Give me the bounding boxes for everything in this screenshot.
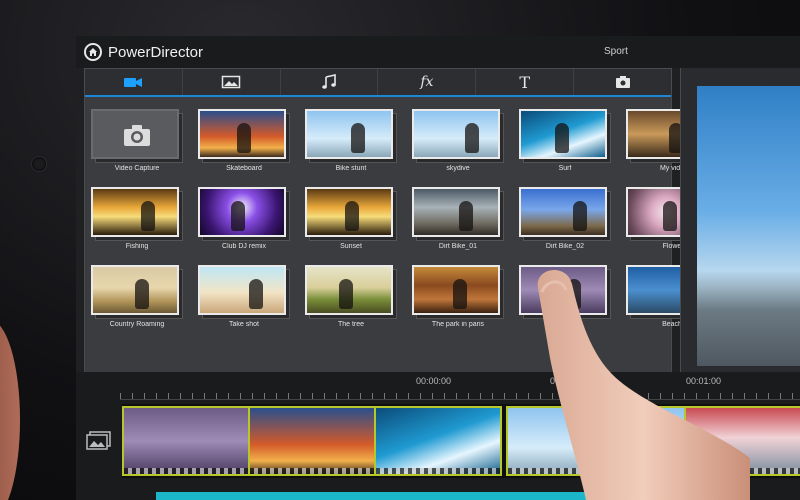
timeline-clip[interactable] — [374, 406, 502, 476]
timeline-clip[interactable] — [248, 406, 376, 476]
ruler-ticks — [120, 393, 800, 399]
thumbnail-subject — [237, 123, 251, 153]
timeline-clip[interactable] — [684, 406, 800, 476]
media-thumbnail — [519, 265, 607, 315]
title-bar: PowerDirector Sport — [76, 36, 800, 68]
timeline-ruler[interactable]: 00:00:00 00:00: 00:01:00 — [120, 372, 800, 400]
media-tile-label: Skateboard — [226, 165, 262, 172]
thumbnail-subject — [141, 201, 155, 231]
timeline-clip[interactable] — [122, 406, 250, 476]
media-tile[interactable]: Take shot — [198, 265, 290, 333]
media-tile-label: Fishing — [125, 243, 149, 250]
home-icon[interactable] — [84, 43, 102, 61]
tab-capture[interactable] — [574, 69, 671, 95]
tick-label: 00:00: — [550, 376, 576, 386]
timeline: 00:00:00 00:00: 00:01:00 — [76, 372, 800, 500]
media-tile[interactable]: Fishing — [91, 187, 183, 255]
media-tile-label: Club DJ remix — [222, 243, 266, 250]
thumbnail-subject — [339, 279, 353, 309]
tick-label: 00:01:00 — [686, 376, 722, 386]
media-thumbnail — [198, 187, 286, 237]
fx-icon: fx — [420, 74, 434, 90]
media-tile[interactable]: Dirt Bike_01 — [412, 187, 504, 255]
thumbnail-subject — [459, 201, 473, 231]
media-tile-label: The tree — [337, 321, 365, 328]
video-camera-icon — [124, 78, 143, 87]
library-tabs: fx T — [85, 69, 671, 97]
music-note-icon — [322, 74, 336, 89]
tick-label: 00:00:00 — [416, 376, 452, 386]
thumbnail-subject — [135, 279, 149, 309]
preview-panel — [680, 68, 800, 404]
video-track-icon — [86, 431, 111, 450]
media-tile-label: Bike stunt — [335, 165, 367, 172]
thumbnail-subject — [567, 279, 581, 309]
tab-titles[interactable]: T — [476, 69, 575, 95]
video-track — [122, 404, 800, 478]
media-tile[interactable]: Surf — [519, 109, 611, 177]
media-tile[interactable]: Bike stunt — [305, 109, 397, 177]
media-tile-label: The park in paris — [431, 321, 485, 328]
media-tile[interactable]: The park in paris — [412, 265, 504, 333]
media-thumbnail — [198, 109, 286, 159]
thumbnail-subject — [465, 123, 479, 153]
media-tile[interactable]: Club DJ remix — [198, 187, 290, 255]
audio-track[interactable] — [156, 492, 632, 500]
media-thumbnail — [305, 265, 393, 315]
media-thumbnail — [412, 265, 500, 315]
media-thumbnail — [91, 109, 179, 159]
media-tile-label: Dirt Bike_02 — [545, 243, 585, 250]
media-thumbnail — [305, 187, 393, 237]
project-name: Sport — [604, 46, 628, 57]
media-tile-label: skydive — [446, 165, 470, 172]
tab-photo[interactable] — [183, 69, 281, 95]
thumbnail-subject — [249, 279, 263, 309]
preview-image — [697, 86, 800, 366]
timeline-clip[interactable] — [506, 406, 686, 476]
media-thumbnail — [519, 109, 607, 159]
media-tile[interactable]: The tree — [305, 265, 397, 333]
media-grid: Video Capture Skateboard Bike stunt skydive… — [91, 109, 718, 399]
thumbnail-subject — [231, 201, 245, 231]
thumbnail-subject — [453, 279, 467, 309]
app-title: PowerDirector — [108, 43, 204, 61]
app-screen: PowerDirector Sport fx T Video Capture S… — [76, 36, 800, 500]
thumbnail-subject — [345, 201, 359, 231]
tab-video[interactable] — [85, 69, 183, 95]
media-thumbnail — [412, 109, 500, 159]
media-thumbnail — [519, 187, 607, 237]
device-sensor — [32, 157, 46, 171]
media-tile[interactable]: Dirt Bike_02 — [519, 187, 611, 255]
camera-bag-icon — [615, 76, 630, 88]
camera-icon — [124, 125, 150, 146]
media-tile-label: Country Roaming — [109, 321, 165, 328]
media-thumbnail — [412, 187, 500, 237]
media-tile[interactable]: skydive — [412, 109, 504, 177]
media-tile-label: Dirt Bike_01 — [438, 243, 478, 250]
media-thumbnail — [305, 109, 393, 159]
title-text-icon: T — [519, 72, 531, 92]
media-library: fx T Video Capture Skateboard Bike stunt sk… — [84, 68, 718, 404]
media-tile-label: Take shot — [229, 321, 259, 328]
media-thumbnail — [198, 265, 286, 315]
thumbnail-subject — [351, 123, 365, 153]
media-tile-label: Surf — [558, 165, 572, 172]
tab-music[interactable] — [281, 69, 379, 95]
photo-icon — [221, 75, 241, 89]
media-tile[interactable]: Sunset — [305, 187, 397, 255]
media-thumbnail — [91, 187, 179, 237]
media-tile[interactable]: Country Roaming — [91, 265, 183, 333]
media-thumbnail — [91, 265, 179, 315]
thumbnail-subject — [663, 201, 677, 231]
thumbnail-subject — [573, 201, 587, 231]
video-capture-tile[interactable]: Video Capture — [91, 109, 183, 177]
media-tile[interactable]: Skateboard — [198, 109, 290, 177]
thumbnail-subject — [555, 123, 569, 153]
media-tile-label: Video Capture — [114, 165, 160, 172]
tab-effects[interactable]: fx — [378, 69, 477, 95]
media-tile[interactable] — [519, 265, 611, 333]
media-tile-label: Sunset — [340, 243, 362, 250]
